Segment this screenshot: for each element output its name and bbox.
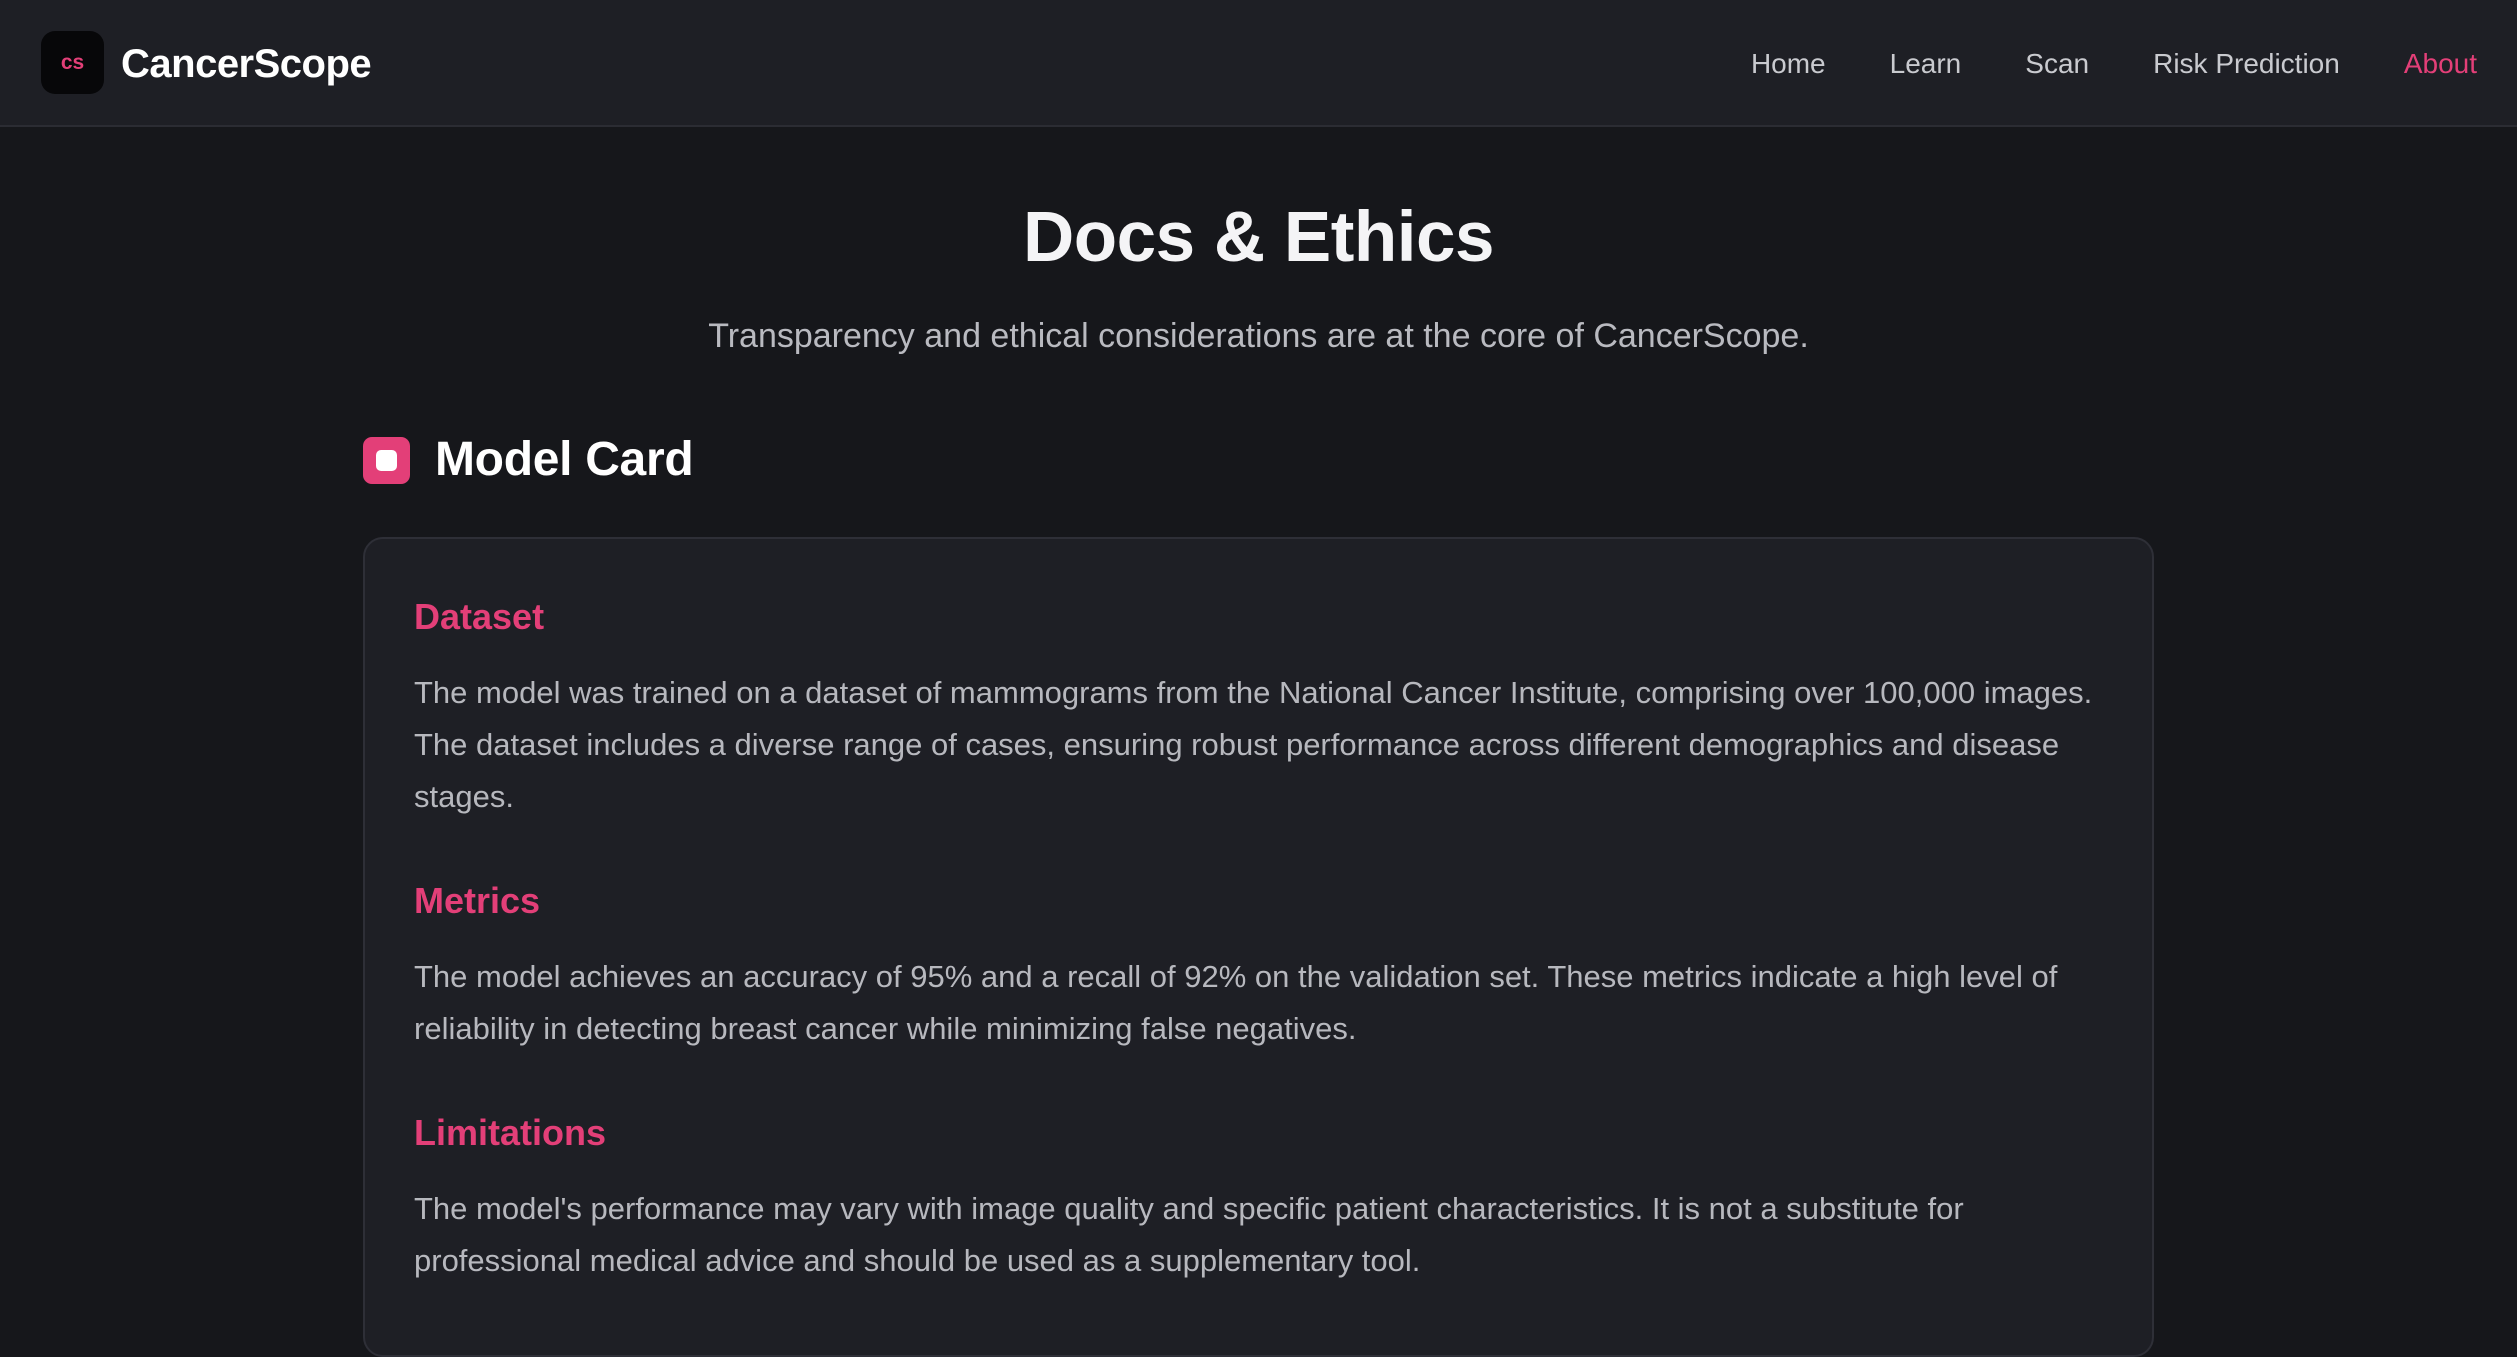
metrics-heading: Metrics [414,880,541,921]
dataset-heading: Dataset [414,596,545,637]
brand-name[interactable]: CancerScope [121,40,372,88]
square-icon [363,436,410,484]
nav-item-home[interactable]: Home [1751,44,1826,84]
page-subtitle: Transparency and ethical considerations … [708,317,1809,355]
model-card-section-header: Model Card [363,430,694,490]
nav-item-learn[interactable]: Learn [1890,44,1962,84]
nav-item-risk-prediction[interactable]: Risk Prediction [2153,44,2340,84]
square-icon-inner [376,449,397,471]
top-navbar: cs CancerScope Home Learn Scan Risk Pred… [0,0,2517,127]
limitations-section: Limitations The model's performance may … [414,1111,2104,1287]
metrics-section: Metrics The model achieves an accuracy o… [414,879,2104,1055]
nav-item-scan[interactable]: Scan [2025,44,2089,84]
limitations-text: The model's performance may vary with im… [414,1191,1964,1278]
main-nav: Home Learn Scan Risk Prediction About [1751,44,2477,84]
page-title: Docs & Ethics [1023,198,1494,277]
nav-item-about[interactable]: About [2404,44,2477,84]
limitations-heading: Limitations [414,1112,607,1153]
dataset-section: Dataset The model was trained on a datas… [414,595,2104,823]
logo-icon[interactable]: cs [41,31,104,94]
dataset-text: The model was trained on a dataset of ma… [414,675,2093,814]
logo-text: cs [60,50,85,74]
model-card: Dataset The model was trained on a datas… [363,537,2154,1357]
section-title: Model Card [435,433,694,486]
metrics-text: The model achieves an accuracy of 95% an… [414,959,2058,1046]
